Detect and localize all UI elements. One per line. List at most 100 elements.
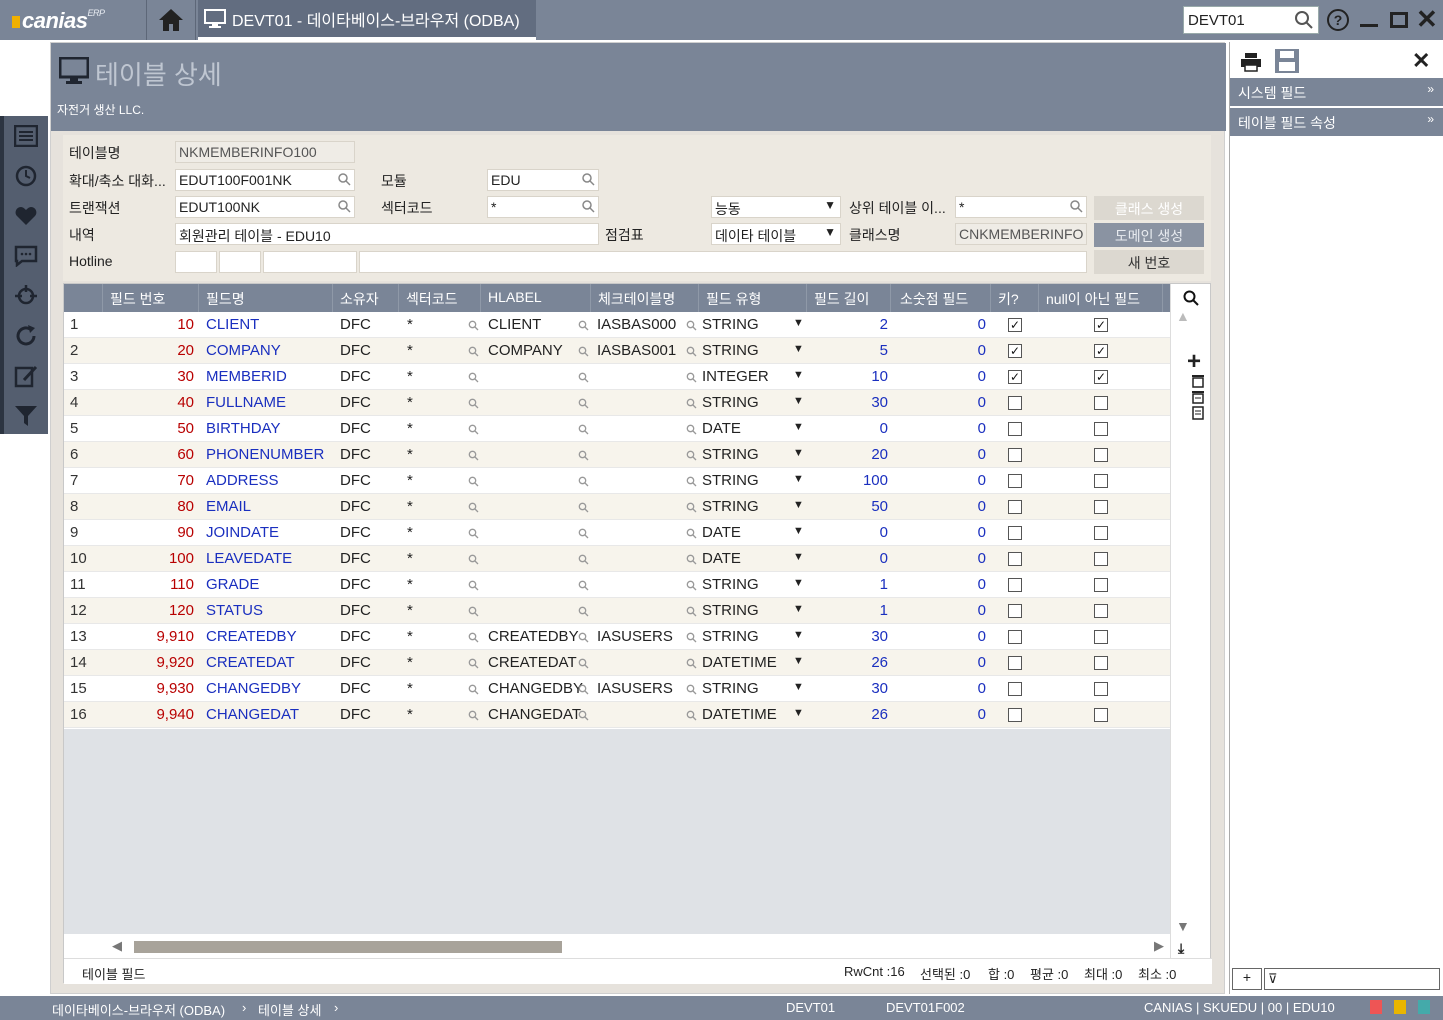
refresh-icon[interactable]: [4, 316, 48, 356]
search-icon[interactable]: [686, 630, 697, 647]
not-null-checkbox[interactable]: [1094, 682, 1108, 696]
scroll-right-icon[interactable]: ▶: [1154, 938, 1164, 954]
cell-field-no[interactable]: 50: [106, 420, 194, 437]
grid-search-icon[interactable]: [1183, 290, 1199, 306]
table-row[interactable]: 10 100 LEAVEDATE DFC * DATE ▼ 0 0: [64, 546, 1170, 572]
cell-field-length[interactable]: 2: [806, 316, 888, 333]
search-icon[interactable]: [686, 344, 697, 361]
global-search-input[interactable]: DEVT01: [1183, 6, 1319, 34]
key-checkbox[interactable]: [1008, 552, 1022, 566]
cell-decimal[interactable]: 0: [890, 420, 986, 437]
breadcrumb-odba[interactable]: 데이타베이스-브라우저 (ODBA): [52, 1000, 225, 1019]
cell-decimal[interactable]: 0: [890, 342, 986, 359]
search-icon[interactable]: [468, 552, 479, 569]
cell-owner[interactable]: DFC: [340, 602, 371, 619]
cell-field-type[interactable]: STRING: [702, 498, 759, 515]
not-null-checkbox[interactable]: [1094, 578, 1108, 592]
cell-sector[interactable]: *: [407, 368, 413, 385]
cell-field-type[interactable]: STRING: [702, 680, 759, 697]
cell-hlabel[interactable]: CREATEDAT: [488, 654, 577, 671]
search-icon[interactable]: [686, 604, 697, 621]
cell-field-type[interactable]: DATETIME: [702, 654, 777, 671]
breadcrumb-table-detail[interactable]: 테이블 상세: [258, 1000, 321, 1019]
table-row[interactable]: 2 20 COMPANY DFC * COMPANY IASBAS001 STRING ▼ 5 0 ✓…: [64, 338, 1170, 364]
cell-owner[interactable]: DFC: [340, 394, 371, 411]
search-icon[interactable]: [686, 526, 697, 543]
domain-create-button[interactable]: 도메인 생성: [1094, 223, 1204, 247]
cell-field-name[interactable]: ADDRESS: [206, 472, 279, 489]
cell-decimal[interactable]: 0: [890, 550, 986, 567]
menu-list-icon[interactable]: [4, 116, 48, 156]
search-icon[interactable]: [686, 396, 697, 413]
cell-field-no[interactable]: 30: [106, 368, 194, 385]
desc-field[interactable]: 회원관리 테이블 - EDU10: [175, 223, 599, 245]
not-null-checkbox[interactable]: [1094, 656, 1108, 670]
table-row[interactable]: 14 9,920 CREATEDAT DFC * CREATEDAT DATETIME ▼ 26…: [64, 650, 1170, 676]
home-button[interactable]: [146, 0, 196, 40]
cell-sector[interactable]: *: [407, 446, 413, 463]
col-key[interactable]: 키?: [998, 289, 1019, 309]
hotline-field-4[interactable]: [359, 251, 1087, 273]
key-checkbox[interactable]: [1008, 656, 1022, 670]
mode-select[interactable]: 능동 ▼: [711, 196, 841, 218]
dropdown-arrow-icon[interactable]: ▼: [793, 707, 804, 719]
cell-field-no[interactable]: 20: [106, 342, 194, 359]
cell-owner[interactable]: DFC: [340, 706, 371, 723]
cell-sector[interactable]: *: [407, 420, 413, 437]
hotline-field-2[interactable]: [219, 251, 261, 273]
cell-decimal[interactable]: 0: [890, 628, 986, 645]
class-create-button[interactable]: 클래스 생성: [1094, 196, 1204, 220]
add-button[interactable]: +: [1232, 968, 1262, 990]
dropdown-arrow-icon[interactable]: ▼: [793, 629, 804, 641]
search-icon[interactable]: [468, 630, 479, 647]
cell-field-length[interactable]: 30: [806, 680, 888, 697]
cell-field-name[interactable]: FULLNAME: [206, 394, 286, 411]
search-icon[interactable]: [578, 422, 589, 439]
cell-sector[interactable]: *: [407, 342, 413, 359]
cell-owner[interactable]: DFC: [340, 550, 371, 567]
table-row[interactable]: 11 110 GRADE DFC * STRING ▼ 1 0: [64, 572, 1170, 598]
cell-sector[interactable]: *: [407, 550, 413, 567]
cell-field-name[interactable]: BIRTHDAY: [206, 420, 280, 437]
search-icon[interactable]: [468, 500, 479, 517]
key-checkbox[interactable]: [1008, 526, 1022, 540]
dropdown-arrow-icon[interactable]: ▼: [793, 369, 804, 381]
cell-field-type[interactable]: STRING: [702, 628, 759, 645]
cell-field-no[interactable]: 9,910: [106, 628, 194, 645]
key-checkbox[interactable]: ✓: [1008, 344, 1022, 358]
cell-field-name[interactable]: CHANGEDBY: [206, 680, 301, 697]
search-icon[interactable]: [578, 500, 589, 517]
cell-field-no[interactable]: 90: [106, 524, 194, 541]
search-icon[interactable]: [468, 318, 479, 335]
search-icon[interactable]: [686, 552, 697, 569]
not-null-checkbox[interactable]: [1094, 708, 1108, 722]
cell-field-name[interactable]: CLIENT: [206, 316, 259, 333]
cell-sector[interactable]: *: [407, 628, 413, 645]
key-checkbox[interactable]: [1008, 396, 1022, 410]
dropdown-arrow-icon[interactable]: ▼: [793, 473, 804, 485]
col-sector[interactable]: 섹터코드: [406, 289, 458, 309]
table-row[interactable]: 16 9,940 CHANGEDAT DFC * CHANGEDAT DATETIME ▼ 26…: [64, 702, 1170, 728]
key-checkbox[interactable]: [1008, 630, 1022, 644]
col-owner[interactable]: 소유자: [340, 289, 379, 309]
cell-sector[interactable]: *: [407, 602, 413, 619]
cell-owner[interactable]: DFC: [340, 680, 371, 697]
filter-icon[interactable]: [4, 396, 48, 436]
table-row[interactable]: 9 90 JOINDATE DFC * DATE ▼ 0 0: [64, 520, 1170, 546]
cell-field-name[interactable]: MEMBERID: [206, 368, 287, 385]
hotline-field-1[interactable]: [175, 251, 217, 273]
table-row[interactable]: 13 9,910 CREATEDBY DFC * CREATEDBY IASUSERS STR…: [64, 624, 1170, 650]
col-not-null[interactable]: null이 아닌 필드: [1046, 289, 1140, 309]
cell-field-length[interactable]: 0: [806, 550, 888, 567]
red-note-icon[interactable]: [1370, 1000, 1382, 1014]
cell-owner[interactable]: DFC: [340, 420, 371, 437]
dropdown-arrow-icon[interactable]: ▼: [793, 317, 804, 329]
cell-field-type[interactable]: STRING: [702, 342, 759, 359]
key-checkbox[interactable]: [1008, 422, 1022, 436]
cell-decimal[interactable]: 0: [890, 316, 986, 333]
search-icon[interactable]: [468, 526, 479, 543]
table-row[interactable]: 7 70 ADDRESS DFC * STRING ▼ 100 0: [64, 468, 1170, 494]
dropdown-arrow-icon[interactable]: ▼: [793, 577, 804, 589]
not-null-checkbox[interactable]: [1094, 448, 1108, 462]
cell-sector[interactable]: *: [407, 472, 413, 489]
